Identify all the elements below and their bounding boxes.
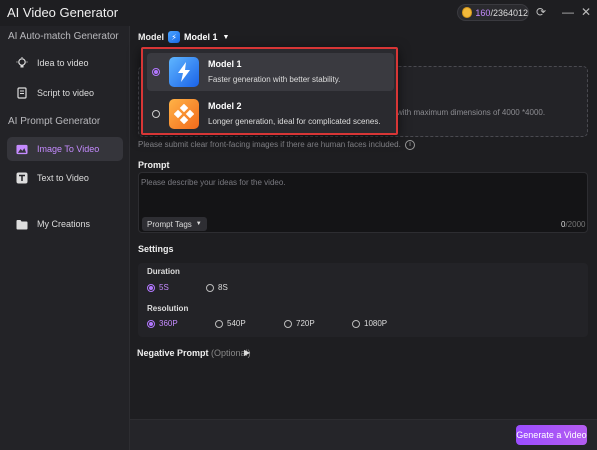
model-option-name: Model 1 xyxy=(208,59,242,69)
resolution-option-1080p[interactable]: 1080P xyxy=(352,319,387,328)
section-title-auto-match: AI Auto-match Generator xyxy=(8,31,119,42)
sidebar-item-image-to-video[interactable]: Image To Video xyxy=(7,137,123,161)
lightning-icon: ⚡ xyxy=(168,31,180,43)
text-icon xyxy=(16,172,28,184)
model-option-desc: Faster generation with better stability. xyxy=(208,75,341,84)
char-counter: 0/2000 xyxy=(561,220,586,229)
generate-video-button[interactable]: Generate a Video xyxy=(516,425,587,445)
sidebar-item-label: Text to Video xyxy=(37,173,89,183)
resolution-label: Resolution xyxy=(147,304,189,313)
app-title: AI Video Generator xyxy=(7,5,119,20)
radio-selected xyxy=(152,68,160,76)
section-title-prompt: AI Prompt Generator xyxy=(8,116,101,127)
upload-subtitle: with maximum dimensions of 4000 *4000. xyxy=(397,108,546,117)
model-option-name: Model 2 xyxy=(208,101,242,111)
face-hint: Please submit clear front-facing images … xyxy=(138,140,401,149)
minimize-icon[interactable]: — xyxy=(561,5,575,19)
resolution-option-360p[interactable]: 360P xyxy=(147,319,178,328)
info-icon[interactable]: i xyxy=(405,140,415,150)
lightning-icon xyxy=(169,57,199,87)
close-icon[interactable]: ✕ xyxy=(579,5,593,19)
resolution-option-720p[interactable]: 720P xyxy=(284,319,315,328)
sidebar-item-my-creations[interactable]: My Creations xyxy=(7,212,123,236)
model-label: Model xyxy=(138,32,164,42)
negative-prompt-toggle[interactable]: Negative Prompt (Optional) xyxy=(137,348,251,358)
credits-total: /2364012 xyxy=(490,7,528,18)
sidebar-item-label: Image To Video xyxy=(37,144,100,154)
image-icon xyxy=(16,143,28,155)
sidebar-item-label: Script to video xyxy=(37,88,95,98)
diamond-cluster-icon xyxy=(169,99,199,129)
credits-used: 160 xyxy=(475,7,491,18)
settings-label: Settings xyxy=(138,244,174,254)
lightbulb-icon xyxy=(16,57,28,69)
model-select[interactable]: ⚡ Model 1 ▼ xyxy=(168,29,229,45)
prompt-placeholder: Please describe your ideas for the video… xyxy=(141,178,286,187)
coin-icon xyxy=(462,7,473,18)
prompt-label: Prompt xyxy=(138,160,170,170)
sidebar-item-label: My Creations xyxy=(37,219,91,229)
duration-option-5s[interactable]: 5S xyxy=(147,283,169,292)
script-icon xyxy=(16,87,28,99)
duration-option-8s[interactable]: 8S xyxy=(206,283,228,292)
chevron-down-icon: ▼ xyxy=(195,221,202,227)
folder-icon xyxy=(16,218,28,230)
model-option-desc: Longer generation, ideal for complicated… xyxy=(208,117,381,126)
sidebar-item-idea-to-video[interactable]: Idea to video xyxy=(7,51,123,75)
prompt-tags-button[interactable]: Prompt Tags ▼ xyxy=(142,217,207,231)
prompt-tags-label: Prompt Tags xyxy=(147,219,192,229)
duration-label: Duration xyxy=(147,267,180,276)
sidebar-item-text-to-video[interactable]: Text to Video xyxy=(7,166,123,190)
model-option-2[interactable]: Model 2 Longer generation, ideal for com… xyxy=(147,95,394,133)
radio-unselected xyxy=(152,110,160,118)
chevron-down-icon: ▼ xyxy=(222,33,230,41)
chevron-right-icon[interactable]: ▶ xyxy=(244,348,250,357)
model-dropdown: Model 1 Faster generation with better st… xyxy=(141,47,398,135)
model-option-1[interactable]: Model 1 Faster generation with better st… xyxy=(147,53,394,91)
sidebar-item-label: Idea to video xyxy=(37,58,89,68)
credits-badge[interactable]: 160 /2364012 xyxy=(457,4,529,21)
model-selected-value: Model 1 xyxy=(184,32,218,42)
sidebar-item-script-to-video[interactable]: Script to video xyxy=(7,81,123,105)
title-bar: AI Video Generator 160 /2364012 ⟳ — ✕ xyxy=(0,0,597,26)
resolution-option-540p[interactable]: 540P xyxy=(215,319,246,328)
refresh-icon[interactable]: ⟳ xyxy=(534,5,548,19)
